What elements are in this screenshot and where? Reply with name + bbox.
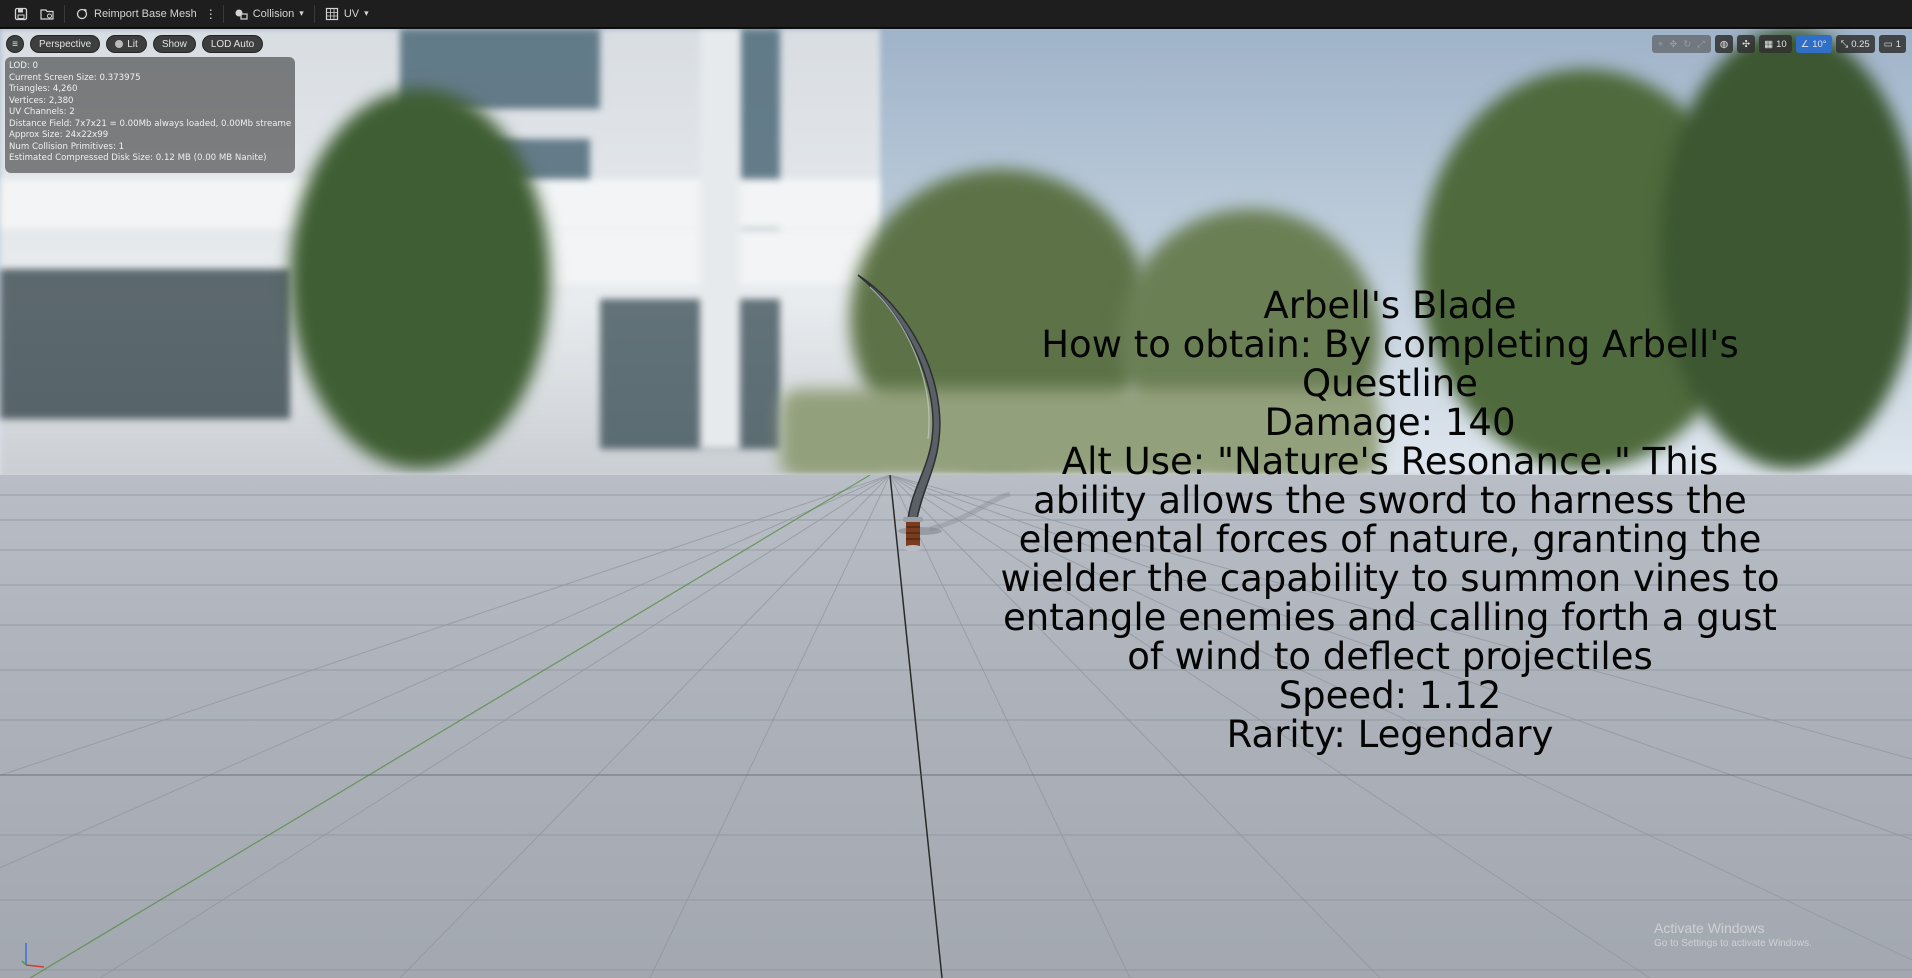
angle-icon: ∠: [1800, 38, 1810, 50]
stat-line: Vertices: 2,380: [9, 95, 74, 106]
stat-line: Distance Field: 7x7x21 = 0.00Mb always l…: [9, 118, 291, 129]
viewport-transform-bar: ⌖ ✥ ↻ ⤢ ◍ ✣ ▦ 10 ∠ 10° ⤡ 0.25 ▭ 1: [1651, 35, 1906, 53]
collision-dropdown[interactable]: Collision ▾: [228, 3, 310, 25]
perspective-label: Perspective: [39, 38, 92, 50]
coordinate-space-button[interactable]: ◍: [1714, 35, 1734, 53]
scale-snap-button[interactable]: ⤡ 0.25: [1835, 35, 1875, 53]
viewport-menu-button[interactable]: ≡: [6, 35, 24, 53]
perspective-button[interactable]: Perspective: [30, 35, 101, 53]
translate-mode-icon[interactable]: ✥: [1669, 39, 1677, 50]
rotate-mode-icon[interactable]: ↻: [1683, 39, 1691, 50]
scale-mode-icon[interactable]: ⤢: [1697, 39, 1705, 50]
grid-snap-icon: ▦: [1764, 38, 1774, 50]
kebab-menu-icon: ⋮: [204, 6, 217, 21]
camera-speed-value: 1: [1895, 38, 1901, 50]
mesh-stats-overlay: LOD: 0 Current Screen Size: 0.373975 Tri…: [5, 57, 295, 173]
show-label: Show: [161, 38, 187, 50]
watermark-subtitle: Go to Settings to activate Windows.: [1654, 938, 1812, 949]
item-obtain: How to obtain: By completing Arbell's Qu…: [1041, 323, 1739, 405]
viewport-options-bar: ≡ Perspective Lit Show LOD Auto: [6, 35, 264, 53]
collision-icon: [235, 9, 248, 20]
toolbar-divider: [313, 4, 315, 23]
stat-line: LOD: 0: [9, 61, 38, 71]
item-info-text: Arbell's Blade How to obtain: By complet…: [990, 286, 1790, 754]
toolbar-divider: [222, 4, 224, 23]
globe-icon: ◍: [1719, 38, 1729, 50]
stat-line: UV Channels: 2: [9, 107, 75, 117]
surface-snap-icon: ✣: [1742, 38, 1751, 50]
item-name: Arbell's Blade: [1263, 284, 1517, 327]
rotation-snap-value: 10°: [1812, 38, 1827, 50]
watermark-title: Activate Windows: [1654, 920, 1765, 936]
item-damage: Damage: 140: [1264, 401, 1516, 444]
axis-gizmo: [21, 943, 45, 968]
asset-editor-toolbar: Reimport Base Mesh ⋮ Collision ▾ UV ▾: [0, 0, 1912, 28]
camera-icon: ▭: [1883, 38, 1893, 50]
uv-grid-icon: [325, 7, 338, 20]
select-mode-icon[interactable]: ⌖: [1658, 39, 1663, 50]
stat-line: Approx Size: 24x22x99: [9, 130, 109, 140]
reimport-label: Reimport Base Mesh: [94, 7, 197, 20]
browse-button[interactable]: [34, 3, 60, 25]
item-alt-use: Alt Use: "Nature's Resonance." This abil…: [1000, 440, 1780, 678]
scale-icon: ⤡: [1840, 38, 1849, 50]
grid-snap-value: 10: [1776, 38, 1787, 50]
lod-button[interactable]: LOD Auto: [201, 35, 264, 53]
toolbar-divider: [64, 4, 65, 23]
hamburger-icon: ≡: [12, 38, 18, 50]
grid-snap-button[interactable]: ▦ 10: [1759, 35, 1792, 53]
windows-activation-watermark: Activate Windows Go to Settings to activ…: [1654, 920, 1812, 949]
stat-line: Current Screen Size: 0.373975: [9, 72, 141, 83]
reimport-icon: [76, 8, 88, 19]
lit-label: Lit: [127, 38, 138, 50]
scale-snap-value: 0.25: [1851, 38, 1870, 50]
chevron-down-icon: ▾: [299, 8, 304, 18]
lit-button[interactable]: Lit: [106, 35, 147, 53]
stat-line: Triangles: 4,260: [9, 84, 78, 94]
stat-line: Num Collision Primitives: 1: [9, 141, 125, 152]
rotation-snap-button[interactable]: ∠ 10°: [1795, 35, 1832, 53]
surface-snap-button[interactable]: ✣: [1737, 35, 1756, 53]
browse-folder-icon: [40, 8, 54, 20]
save-button[interactable]: [8, 3, 34, 25]
item-rarity: Rarity: Legendary: [1226, 713, 1554, 756]
reimport-base-mesh-button[interactable]: Reimport Base Mesh: [69, 3, 203, 25]
lod-label: LOD Auto: [210, 38, 255, 50]
reimport-options-button[interactable]: ⋮: [203, 3, 219, 25]
stat-line: Estimated Compressed Disk Size: 0.12 MB …: [9, 153, 267, 163]
show-button[interactable]: Show: [152, 35, 196, 53]
item-speed: Speed: 1.12: [1278, 674, 1502, 717]
uv-dropdown[interactable]: UV ▾: [319, 3, 375, 25]
background-tree: [290, 89, 550, 469]
save-icon: [14, 7, 28, 20]
uv-label: UV: [343, 7, 360, 20]
chevron-down-icon: ▾: [364, 8, 369, 18]
collision-label: Collision: [252, 7, 295, 20]
lit-sphere-icon: [115, 40, 124, 48]
camera-speed-button[interactable]: ▭ 1: [1878, 35, 1906, 53]
mesh-viewport[interactable]: ≡ Perspective Lit Show LOD Auto LOD: 0 C…: [0, 29, 1912, 978]
transform-mode-group: ⌖ ✥ ↻ ⤢: [1651, 35, 1711, 53]
